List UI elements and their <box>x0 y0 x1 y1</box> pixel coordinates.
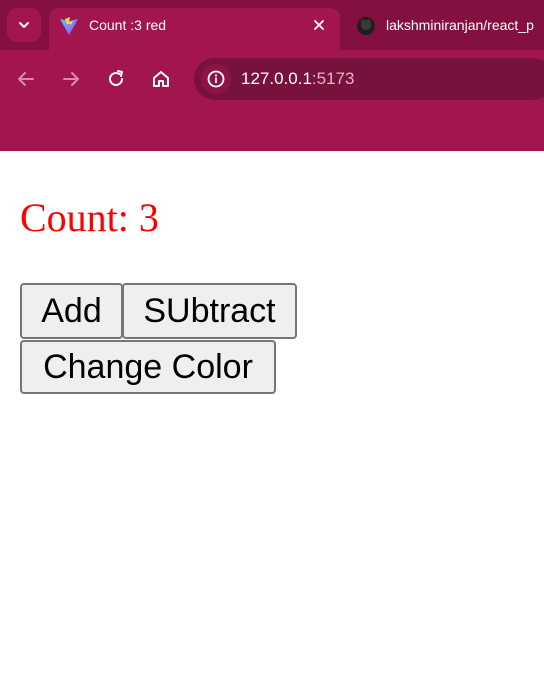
forward-button[interactable] <box>54 62 88 96</box>
browser-chrome: Count :3 red lakshminiranjan/react_p 127… <box>0 0 544 151</box>
subtract-button[interactable]: SUbtract <box>122 283 297 339</box>
tab-title: Count :3 red <box>89 17 167 33</box>
home-icon <box>153 71 169 87</box>
arrow-right-icon <box>63 72 79 86</box>
vite-logo-icon <box>60 17 78 35</box>
count-label: Count: <box>20 195 139 240</box>
tab-title: lakshminiranjan/react_p <box>386 17 534 33</box>
reload-button[interactable] <box>99 62 133 96</box>
reload-icon <box>109 70 123 86</box>
add-button[interactable]: Add <box>20 283 123 339</box>
count-heading: Count: 3 <box>20 195 159 241</box>
back-button[interactable] <box>9 62 43 96</box>
info-icon <box>207 70 225 88</box>
site-info-button[interactable] <box>201 64 231 94</box>
browser-toolbar: 127.0.0.1:5173 <box>0 50 544 108</box>
change-color-button[interactable]: Change Color <box>20 340 276 394</box>
url-port: :5173 <box>311 69 355 88</box>
tab-search-button[interactable] <box>7 8 41 42</box>
url-text: 127.0.0.1:5173 <box>241 69 354 89</box>
chevron-down-icon <box>19 22 29 28</box>
address-bar[interactable]: 127.0.0.1:5173 <box>194 58 544 100</box>
url-host: 127.0.0.1 <box>241 69 312 88</box>
tab-active[interactable]: Count :3 red <box>49 8 340 50</box>
arrow-left-icon <box>18 72 34 86</box>
close-icon <box>314 20 324 30</box>
tab-inactive[interactable]: lakshminiranjan/react_p <box>350 8 544 42</box>
home-button[interactable] <box>144 62 178 96</box>
tab-strip: Count :3 red lakshminiranjan/react_p <box>0 0 544 50</box>
count-value: 3 <box>138 195 159 240</box>
tab-close-button[interactable] <box>308 14 330 36</box>
page-content: Count: 3 Add SUbtract Change Color <box>0 151 544 686</box>
github-icon <box>357 17 375 35</box>
